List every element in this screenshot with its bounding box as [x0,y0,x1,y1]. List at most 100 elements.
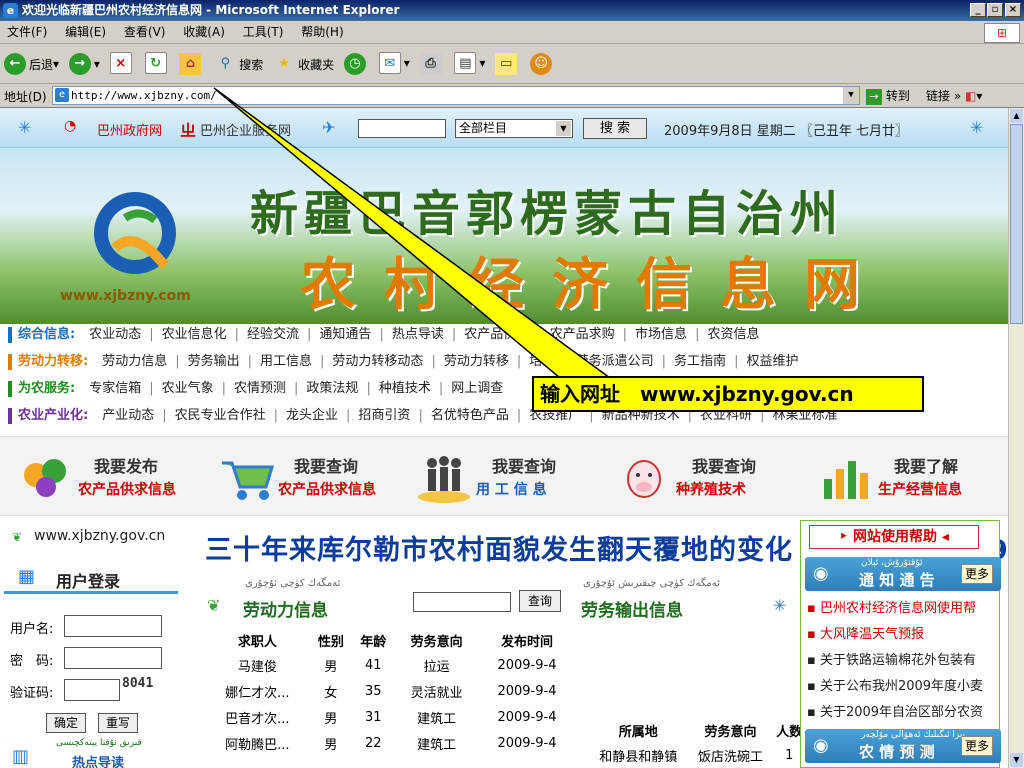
history-button[interactable]: ◷ [343,51,369,77]
minimize-button[interactable]: _ [970,3,986,17]
nav-separator: | [537,327,542,342]
nav-link[interactable]: 劳动力转移 [444,354,509,369]
refresh-button[interactable]: ↻ [144,50,170,76]
menu-favorites[interactable]: 收藏(A) [176,21,232,44]
table-row[interactable]: 阿勒腾巴... 男 22 建筑工 2009-9-4 [205,730,575,756]
nav-link[interactable]: 产业动态 [102,408,154,423]
gov-site-link[interactable]: 巴州政府网 [97,120,162,139]
feature-publish-supply[interactable]: 我要发布 农产品供求信息 [6,443,202,511]
nav-link[interactable]: 农民专业合作社 [175,408,266,423]
links-button[interactable]: 链接 » ◧▾ [926,87,982,104]
print-button[interactable]: ⎙ [419,51,445,77]
nav-link[interactable]: 通知通告 [319,327,371,342]
menu-edit[interactable]: 编辑(E) [58,21,113,44]
home-button[interactable]: ⌂ [179,51,204,77]
back-button[interactable]: ← 后退 ▾ [4,51,59,77]
address-dropdown-icon[interactable]: ▼ [843,87,859,104]
col-header: 性别 [317,634,344,650]
category-select[interactable]: 全部栏目 ▼ [455,119,573,138]
nav-link[interactable]: 农资信息 [707,327,759,342]
login-submit-button[interactable]: 确定 [46,713,86,733]
feature-query-technique[interactable]: 我要查询 种养殖技术 [604,443,800,511]
feature-learn-business[interactable]: 我要了解 生产经营信息 [806,443,1002,511]
edit-button[interactable]: ▤ ▾ [454,50,485,76]
nav-link[interactable]: 经验交流 [247,327,299,342]
search-button[interactable]: ⚲ 搜索 [214,51,263,77]
nav-link[interactable]: 专家信箱 [89,381,141,396]
labor-query-button[interactable]: 查询 [519,590,561,612]
username-input[interactable] [64,615,162,637]
menu-file[interactable]: 文件(F) [0,21,54,44]
feature-strip: 我要发布 农产品供求信息 我要查询 农产品供求信息 我要查询 用 工 信 息 我… [0,436,1008,516]
enterprise-site-link[interactable]: 巴州企业服务网 [200,120,291,139]
notice-item[interactable]: ▪ 大风降温天气预报 [807,623,995,642]
table-row[interactable]: 和静县和静镇 饭店洗碗工 1 [588,744,806,766]
nav-link[interactable]: 农产品求购 [550,327,615,342]
nav-link[interactable]: 龙头企业 [286,408,338,423]
labor-section-header: ❦ ئەمگەك كۈچى ئۇچۇرى 劳动力信息 [205,578,405,622]
forecast-title: 农 情 预 测 [859,743,935,761]
site-help-button[interactable]: ‣ 网站使用帮助 ◂ [809,525,979,549]
nav-separator: | [221,381,227,396]
notice-more-button[interactable]: 更多 [961,564,993,584]
nav-link[interactable]: 权益维护 [746,354,798,369]
nav-link[interactable]: 务工指南 [674,354,726,369]
maximize-button[interactable]: ▫ [987,3,1003,17]
labor-query-input[interactable] [413,592,511,612]
notice-item[interactable]: ▪ 巴州农村经济信息网使用帮 [807,597,995,616]
table-row[interactable]: 马建俊 男 41 拉运 2009-9-4 [205,652,575,678]
nav-link[interactable]: 农业动态 [89,327,141,342]
nav-link[interactable]: 名优特色产品 [431,408,509,423]
nav-link[interactable]: 劳务输出 [188,354,240,369]
address-input[interactable]: e http://www.xjbzny.com/ ▼ [52,86,860,105]
stop-button[interactable]: × [109,50,135,76]
nav-link[interactable]: 种植技术 [379,381,431,396]
forward-button[interactable]: → ▾ [68,51,100,77]
nav-link[interactable]: 热点导读 [392,327,444,342]
nav-link[interactable]: 劳动力信息 [102,354,167,369]
export-title[interactable]: 劳务输出信息 [581,596,683,621]
go-button[interactable]: → 转到 [866,87,910,105]
favorites-button[interactable]: ★ 收藏夹 [273,51,334,77]
nav-link[interactable]: 市场信息 [635,327,687,342]
search-submit-button[interactable]: 搜 索 [583,118,647,139]
captcha-input[interactable] [64,679,120,701]
nav-link[interactable]: 培训 [529,354,555,369]
password-input[interactable] [64,647,162,669]
notes-button[interactable]: ▭ [495,51,520,77]
nav-link[interactable]: 农产品供应 [464,327,529,342]
feature-query-supply[interactable]: 我要查询 农产品供求信息 [206,443,402,511]
menu-view[interactable]: 查看(V) [117,21,173,44]
labor-title[interactable]: 劳动力信息 [243,596,328,621]
nav-link[interactable]: 招商引资 [358,408,410,423]
hot-reading-title[interactable]: 热点导读 [72,752,124,768]
scroll-thumb[interactable] [1010,124,1023,324]
nav-link[interactable]: 农情预测 [234,381,286,396]
notice-item[interactable]: ▪ 关于2009年自治区部分农资 [807,701,995,720]
gov-logo-icon: ◔ [64,118,77,134]
scroll-down-icon[interactable]: ▼ [1010,753,1023,767]
menu-tools[interactable]: 工具(T) [236,21,291,44]
nav-link[interactable]: 农业气象 [162,381,214,396]
star-icon: ★ [278,56,290,71]
notice-item[interactable]: ▪ 关于铁路运输棉花外包装有 [807,649,995,668]
mail-button[interactable]: ✉ ▾ [378,50,410,76]
login-reset-button[interactable]: 重写 [98,713,138,733]
notice-item[interactable]: ▪ 关于公布我州2009年度小麦 [807,675,995,694]
nav-link[interactable]: 农业信息化 [162,327,227,342]
nav-link[interactable]: 劳务派遣公司 [576,354,654,369]
nav-link[interactable]: 劳动力转移动态 [332,354,423,369]
messenger-button[interactable]: ☺ [530,51,555,77]
feature-query-employment[interactable]: 我要查询 用 工 信 息 [404,443,600,511]
search-input[interactable] [358,119,446,138]
menu-help[interactable]: 帮助(H) [294,21,350,44]
vertical-scrollbar[interactable]: ▲ ▼ [1008,108,1024,768]
scroll-up-icon[interactable]: ▲ [1010,109,1023,123]
nav-link[interactable]: 网上调查 [451,381,503,396]
forecast-more-button[interactable]: 更多 [961,736,993,756]
table-row[interactable]: 娜仁才次... 女 35 灵活就业 2009-9-4 [205,678,575,704]
nav-link[interactable]: 用工信息 [260,354,312,369]
close-button[interactable]: × [1005,3,1021,17]
nav-link[interactable]: 政策法规 [306,381,358,396]
table-row[interactable]: 巴音才次... 男 31 建筑工 2009-9-4 [205,704,575,730]
